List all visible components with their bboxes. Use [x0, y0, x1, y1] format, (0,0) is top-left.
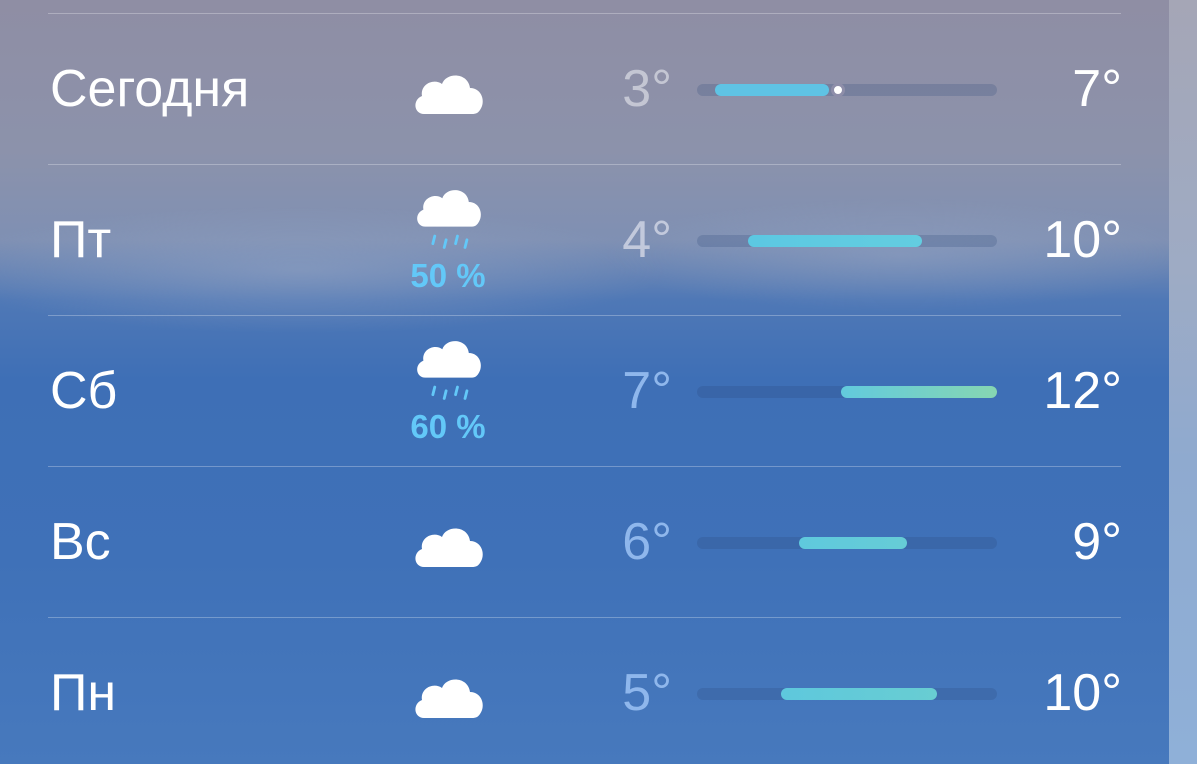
- cloud-icon: [415, 679, 483, 718]
- temp-range-bar: [799, 537, 907, 549]
- temp-range-track: [697, 386, 997, 398]
- high-temp: 7°: [1072, 60, 1122, 118]
- day-label: Пт: [50, 211, 112, 269]
- cloud-icon: [415, 528, 483, 567]
- cloud-rain-icon: [417, 190, 481, 249]
- day-label: Вс: [50, 513, 111, 571]
- high-temp: 9°: [1072, 513, 1122, 571]
- temp-range-track: [697, 688, 997, 700]
- temp-range-bar: [748, 235, 922, 247]
- forecast-row[interactable]: Пн 5° 10°: [0, 618, 1169, 764]
- high-temp: 10°: [1043, 664, 1122, 722]
- panel-edge: [1169, 0, 1197, 764]
- temp-range-bar: [841, 386, 997, 398]
- low-temp: 5°: [622, 664, 672, 722]
- forecast-row[interactable]: Пт 50 % 4° 10°: [0, 165, 1169, 316]
- temp-range-track: [697, 537, 997, 549]
- low-temp: 3°: [622, 60, 672, 118]
- temp-range-bar: [715, 84, 829, 96]
- precipitation-chance: 60 %: [410, 408, 486, 445]
- cloud-rain-icon: [417, 341, 481, 400]
- forecast-row[interactable]: Вс 6° 9°: [0, 467, 1169, 618]
- day-label: Пн: [50, 664, 117, 722]
- low-temp: 6°: [622, 513, 672, 571]
- high-temp: 12°: [1043, 362, 1122, 420]
- forecast-row[interactable]: Сб 60 % 7° 12°: [0, 316, 1169, 467]
- current-temp-marker: [831, 83, 845, 97]
- low-temp: 4°: [622, 211, 672, 269]
- temp-range-bar: [781, 688, 937, 700]
- precipitation-chance: 50 %: [410, 257, 486, 294]
- cloud-icon: [415, 75, 483, 114]
- day-label: Сб: [50, 362, 118, 420]
- temp-range-track: [697, 83, 997, 97]
- temp-range-track: [697, 235, 997, 247]
- forecast-row[interactable]: Сегодня 3° 7°: [0, 14, 1169, 165]
- day-label: Сегодня: [50, 60, 250, 118]
- high-temp: 10°: [1043, 211, 1122, 269]
- low-temp: 7°: [622, 362, 672, 420]
